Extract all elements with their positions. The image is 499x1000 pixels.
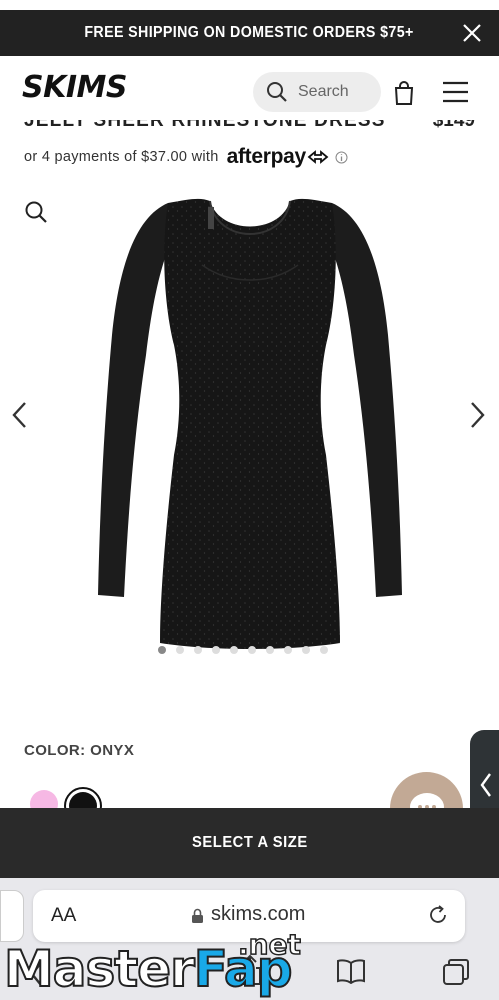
product-image — [98, 198, 402, 650]
chevron-right-icon[interactable] — [469, 400, 487, 430]
gallery-dot[interactable] — [158, 646, 166, 654]
chevron-left-icon[interactable] — [10, 400, 28, 430]
tabs-icon[interactable] — [442, 958, 470, 986]
product-gallery[interactable] — [0, 170, 499, 670]
gallery-dot[interactable] — [320, 646, 328, 654]
info-icon[interactable] — [335, 151, 348, 164]
aa-label: AA — [51, 905, 77, 926]
select-size-button[interactable]: SELECT A SIZE — [0, 808, 499, 878]
site-header: SKIMS — [0, 56, 499, 126]
promo-text: FREE SHIPPING ON DOMESTIC ORDERS $75+ — [84, 24, 415, 41]
reader-settings-button[interactable]: AA — [51, 905, 76, 927]
gallery-dot[interactable] — [302, 646, 310, 654]
gallery-dot[interactable] — [212, 646, 220, 654]
close-icon[interactable] — [461, 22, 483, 44]
browser-toolbar: AA skims.com — [0, 878, 499, 1000]
menu-icon[interactable] — [442, 81, 469, 103]
previous-tab-edge[interactable] — [0, 890, 24, 942]
gallery-dots — [158, 646, 328, 654]
installments-line: or 4 payments of $37.00 with afterpay — [24, 145, 348, 169]
installments-text: or 4 payments of $37.00 with — [24, 149, 219, 165]
share-icon[interactable] — [236, 954, 264, 986]
lock-icon — [192, 908, 203, 923]
gallery-dot[interactable] — [266, 646, 274, 654]
chevron-left-icon — [480, 773, 491, 797]
select-size-label: SELECT A SIZE — [191, 834, 308, 851]
back-icon[interactable] — [28, 960, 44, 988]
afterpay-logo: afterpay — [226, 145, 307, 168]
address-bar[interactable]: AA skims.com — [33, 890, 465, 942]
search-box[interactable] — [253, 72, 381, 112]
gallery-dot[interactable] — [176, 646, 184, 654]
search-icon — [267, 82, 287, 102]
gallery-dot[interactable] — [230, 646, 238, 654]
brand-logo[interactable]: SKIMS — [22, 70, 127, 105]
zoom-icon[interactable] — [24, 200, 48, 224]
reload-icon[interactable] — [427, 904, 449, 926]
promo-banner: FREE SHIPPING ON DOMESTIC ORDERS $75+ — [0, 10, 499, 56]
color-label: COLOR: ONYX — [24, 742, 135, 759]
search-input[interactable] — [298, 83, 378, 101]
url-text: skims.com — [211, 903, 306, 925]
gallery-dot[interactable] — [284, 646, 292, 654]
bag-icon[interactable] — [393, 80, 415, 106]
afterpay-arrows-icon — [307, 150, 329, 164]
gallery-dot[interactable] — [194, 646, 202, 654]
gallery-dot[interactable] — [248, 646, 256, 654]
book-icon[interactable] — [336, 958, 366, 984]
